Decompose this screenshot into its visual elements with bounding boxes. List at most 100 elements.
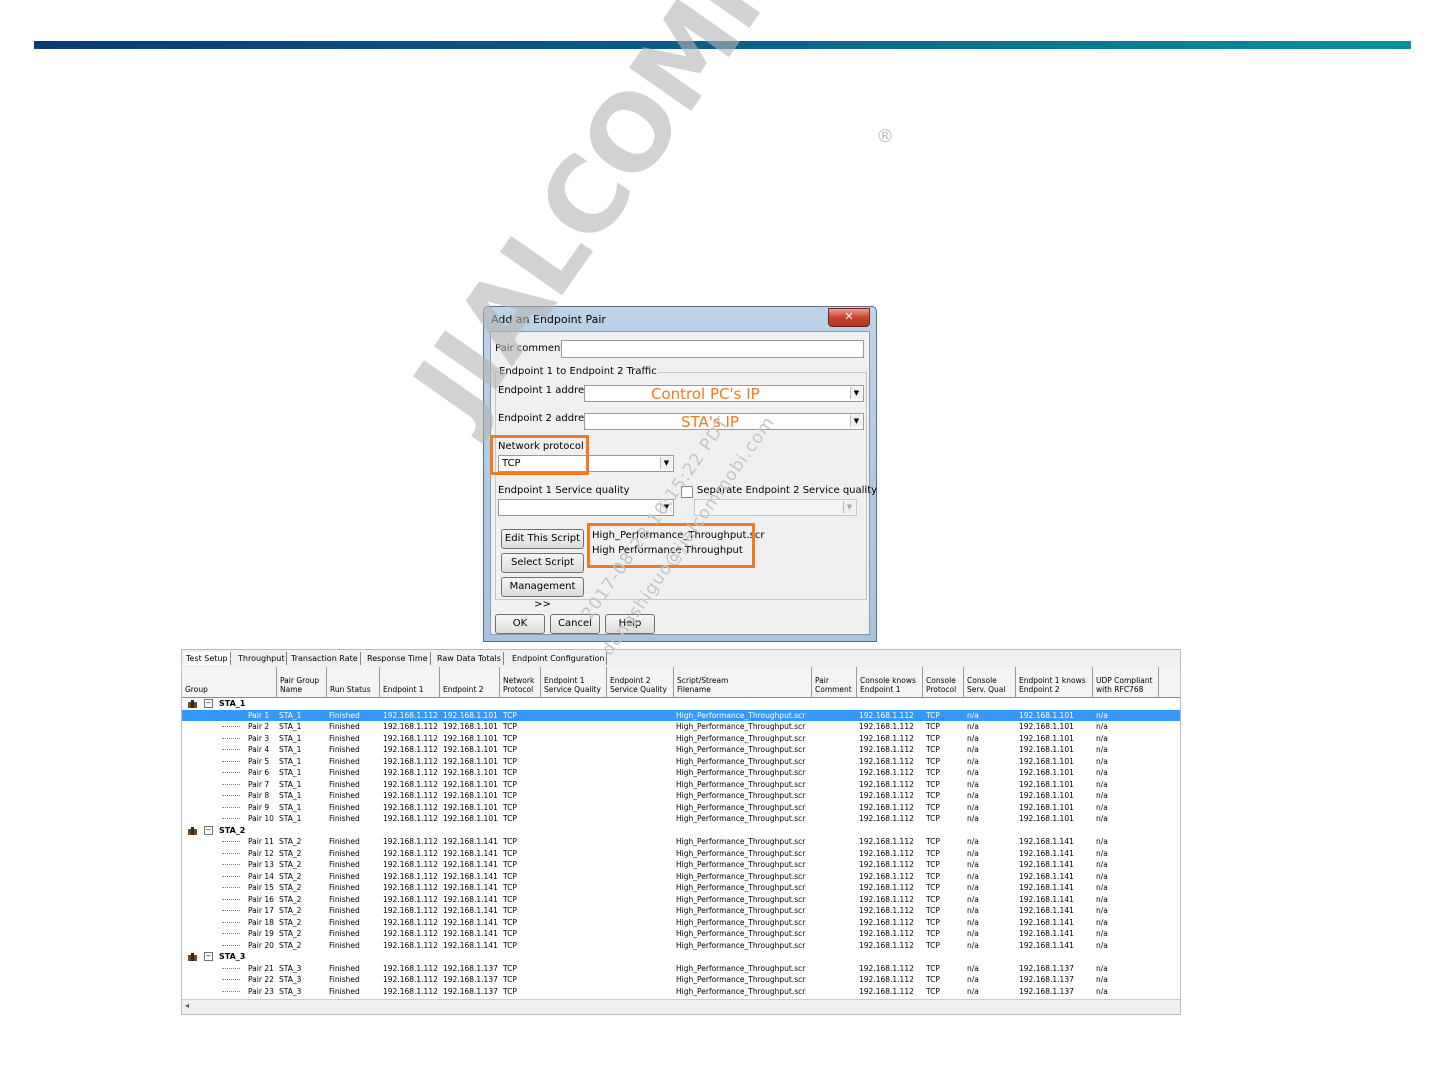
table-row[interactable]: Pair 5 STA_1 Finished 192.168.1.112 192.168.… <box>182 756 1180 768</box>
udp-compliant: n/a <box>1096 917 1108 927</box>
edit-script-button[interactable]: Edit This Script <box>501 529 584 549</box>
chevron-down-icon[interactable]: ▼ <box>850 415 862 427</box>
column-header-group[interactable]: Group <box>182 667 277 697</box>
table-row[interactable]: Pair 22 STA_3 Finished 192.168.1.112 192.168… <box>182 974 1180 986</box>
endpoint2: 192.168.1.101 <box>443 745 498 754</box>
collapse-icon[interactable]: − <box>204 825 213 835</box>
table-row[interactable]: Pair 23 STA_3 Finished 192.168.1.112 192.168… <box>182 986 1180 998</box>
column-header-endpoint-1[interactable]: Endpoint 1 <box>380 667 440 697</box>
endpoint2: 192.168.1.101 <box>443 779 498 789</box>
udp-compliant: n/a <box>1096 986 1108 996</box>
table-row[interactable]: Pair 11 STA_2 Finished 192.168.1.112 192.168… <box>182 836 1180 848</box>
endpoint1: 192.168.1.112 <box>383 722 438 731</box>
table-row[interactable]: Pair 3 STA_1 Finished 192.168.1.112 192.168.… <box>182 733 1180 745</box>
table-row[interactable]: Pair 7 STA_1 Finished 192.168.1.112 192.168.… <box>182 779 1180 791</box>
separate-sq-checkbox[interactable] <box>681 486 693 498</box>
table-row[interactable]: Pair 17 STA_2 Finished 192.168.1.112 192.168… <box>182 905 1180 917</box>
endpoint1: 192.168.1.112 <box>383 848 438 858</box>
tree-connector <box>222 783 240 785</box>
udp-compliant: n/a <box>1096 871 1108 881</box>
chevron-down-icon[interactable]: ▼ <box>660 501 672 513</box>
collapse-icon[interactable]: − <box>204 952 213 961</box>
table-row[interactable]: Pair 2 STA_1 Finished 192.168.1.112 192.168.… <box>182 721 1180 733</box>
endpoint2: 192.168.1.141 <box>443 848 498 858</box>
service-quality1-select[interactable]: ▼ <box>498 499 674 516</box>
column-header-protocol[interactable]: Network Protocol <box>500 667 541 697</box>
column-header-endpoint-2[interactable]: Endpoint 1 knows Endpoint 2 <box>1016 667 1093 697</box>
table-row[interactable]: Pair 18 STA_2 Finished 192.168.1.112 192.168… <box>182 917 1180 929</box>
endpoint2: 192.168.1.141 <box>443 929 498 938</box>
column-header-comment[interactable]: Pair Comment <box>812 667 857 697</box>
table-row[interactable]: Pair 21 STA_3 Finished 192.168.1.112 192.168… <box>182 963 1180 975</box>
chevron-down-icon[interactable]: ▼ <box>660 457 672 469</box>
table-row[interactable]: Pair 4 STA_1 Finished 192.168.1.112 192.168.… <box>182 744 1180 756</box>
table-row[interactable]: Pair 13 STA_2 Finished 192.168.1.112 192.168… <box>182 859 1180 871</box>
help-button[interactable]: Help <box>605 614 655 634</box>
column-header-with-rfc768[interactable]: UDP Compliant with RFC768 <box>1093 667 1159 697</box>
column-header-endpoint-2[interactable]: Endpoint 2 <box>440 667 500 697</box>
table-row[interactable]: Pair 6 STA_1 Finished 192.168.1.112 192.168.… <box>182 767 1180 779</box>
console-protocol: TCP <box>926 986 940 996</box>
table-row[interactable]: Pair 9 STA_1 Finished 192.168.1.112 192.168.… <box>182 802 1180 814</box>
console-protocol: TCP <box>926 848 940 858</box>
column-header-run-status[interactable]: Run Status <box>327 667 380 697</box>
select-script-button[interactable]: Select Script <box>501 553 584 573</box>
console-serv-qual: n/a <box>967 768 979 777</box>
tab-test-setup[interactable]: Test Setup <box>184 652 231 665</box>
table-row[interactable]: Pair 16 STA_2 Finished 192.168.1.112 192.168… <box>182 894 1180 906</box>
column-header-filename[interactable]: Script/Stream Filename <box>674 667 812 697</box>
service-quality2-select[interactable]: ▼ <box>694 499 857 516</box>
group-row[interactable]: − STA_3 <box>182 951 1180 963</box>
table-row[interactable]: Pair 10 STA_1 Finished 192.168.1.112 192.168… <box>182 813 1180 825</box>
cancel-button[interactable]: Cancel <box>550 614 600 634</box>
endpoint2: 192.168.1.137 <box>443 986 498 996</box>
column-header-name[interactable]: Pair Group Name <box>277 667 327 697</box>
tree-connector <box>222 795 240 796</box>
run-status: Finished <box>329 733 360 743</box>
console-knows-endpoint1: 192.168.1.112 <box>859 986 914 996</box>
table-row[interactable]: Pair 20 STA_2 Finished 192.168.1.112 192.168… <box>182 940 1180 952</box>
column-header-protocol[interactable]: Console Protocol <box>923 667 964 697</box>
management-button[interactable]: Management >> <box>501 577 584 610</box>
console-serv-qual: n/a <box>967 917 979 927</box>
column-header-service-quality[interactable]: Endpoint 2 Service Quality <box>607 667 674 697</box>
pair-comment-input[interactable] <box>561 340 864 358</box>
tree-connector <box>222 933 240 934</box>
tree-connector <box>222 760 240 762</box>
run-status: Finished <box>329 837 360 846</box>
scroll-left-icon[interactable]: ◂ <box>185 1001 189 1010</box>
tab-throughput[interactable]: Throughput <box>236 652 288 665</box>
group-name: STA_3 <box>219 952 246 961</box>
table-row[interactable]: Pair 14 STA_2 Finished 192.168.1.112 192.168… <box>182 871 1180 883</box>
collapse-icon[interactable]: − <box>204 699 213 708</box>
column-header-endpoint-1[interactable]: Console knows Endpoint 1 <box>857 667 923 697</box>
group-row[interactable]: − STA_1 <box>182 698 1180 710</box>
column-header-service-quality[interactable]: Endpoint 1 Service Quality <box>541 667 607 697</box>
chevron-down-icon[interactable]: ▼ <box>850 387 862 399</box>
table-row[interactable]: Pair 12 STA_2 Finished 192.168.1.112 192.168… <box>182 848 1180 860</box>
ok-button[interactable]: OK <box>495 614 545 634</box>
table-row[interactable]: Pair 1 STA_1 Finished 192.168.1.112 192.168.… <box>182 709 1180 721</box>
endpoint1: 192.168.1.112 <box>383 745 438 754</box>
console-protocol: TCP <box>926 745 940 754</box>
tab-response-time[interactable]: Response Time <box>365 652 431 665</box>
tab-transaction-rate[interactable]: Transaction Rate <box>289 652 361 665</box>
endpoint1: 192.168.1.112 <box>383 906 438 915</box>
run-status: Finished <box>329 756 360 766</box>
tree-connector <box>222 818 240 819</box>
console-protocol: TCP <box>926 710 940 720</box>
tab-endpoint-configuration[interactable]: Endpoint Configuration <box>510 652 608 665</box>
endpoint1-knows-endpoint2: 192.168.1.137 <box>1019 986 1074 996</box>
endpoint2: 192.168.1.141 <box>443 940 498 950</box>
chevron-down-icon[interactable]: ▼ <box>843 501 855 513</box>
table-row[interactable]: Pair 19 STA_2 Finished 192.168.1.112 192.168… <box>182 928 1180 940</box>
tab-raw-data-totals[interactable]: Raw Data Totals <box>435 652 504 665</box>
horizontal-scrollbar[interactable]: ◂ <box>182 999 1180 1014</box>
close-button[interactable]: ✕ <box>828 308 870 327</box>
column-header-serv-qual[interactable]: Console Serv. Qual <box>964 667 1016 697</box>
table-row[interactable]: Pair 15 STA_2 Finished 192.168.1.112 192.168… <box>182 882 1180 894</box>
network-protocol: TCP <box>503 986 517 996</box>
group-row[interactable]: − STA_2 <box>182 825 1180 837</box>
table-row[interactable]: Pair 8 STA_1 Finished 192.168.1.112 192.168.… <box>182 790 1180 802</box>
tree-connector <box>222 921 240 923</box>
